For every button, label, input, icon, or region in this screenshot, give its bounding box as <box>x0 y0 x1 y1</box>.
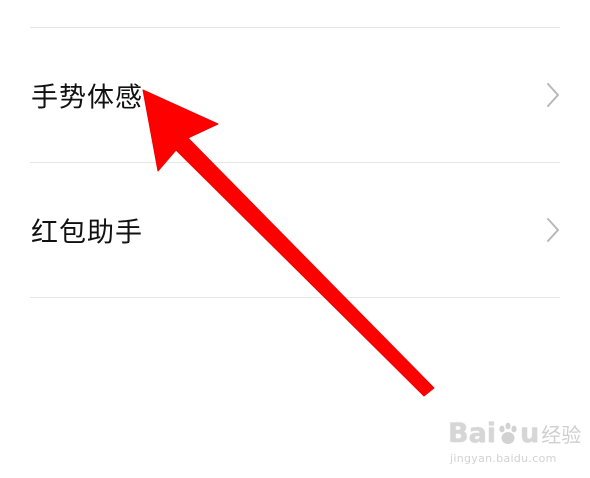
baidu-jingyan-watermark: Bai u 经验 jingyan.baidu.com <box>448 412 588 472</box>
divider-bottom <box>30 297 560 298</box>
watermark-brand: Bai <box>448 418 497 449</box>
settings-screen: 手势体感 红包助手 Bai u 经验 jingyan.baidu.com <box>0 0 590 478</box>
settings-item-gesture-motion[interactable]: 手势体感 <box>0 28 590 162</box>
watermark-jingyan: 经验 <box>541 423 582 447</box>
watermark-brand-suffix: u <box>520 418 540 449</box>
settings-item-label: 手势体感 <box>31 82 143 114</box>
chevron-right-icon <box>547 83 559 107</box>
paw-icon <box>499 422 517 444</box>
watermark-url: jingyan.baidu.com <box>450 452 557 465</box>
chevron-right-icon <box>547 218 559 242</box>
settings-item-label: 红包助手 <box>31 217 143 249</box>
settings-item-red-packet-assistant[interactable]: 红包助手 <box>0 163 590 297</box>
